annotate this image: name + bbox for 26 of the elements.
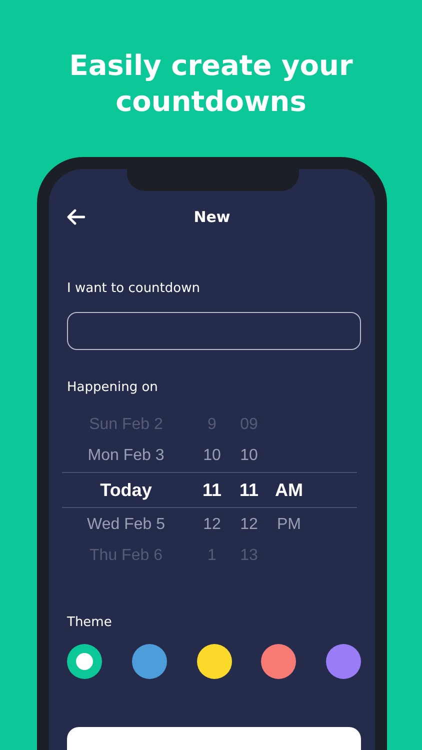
- theme-color-swatch[interactable]: [132, 644, 167, 679]
- theme-label: Theme: [67, 615, 113, 630]
- back-arrow-icon[interactable]: [67, 209, 85, 225]
- minute-option: 11: [239, 480, 259, 500]
- period-option: AM: [275, 480, 303, 500]
- period-option: PM: [277, 516, 301, 534]
- minute-option: 12: [240, 516, 258, 534]
- theme-color-swatch[interactable]: [326, 644, 361, 679]
- screen-title: New: [194, 208, 230, 226]
- hour-option: 10: [203, 446, 221, 464]
- picker-label: Happening on: [67, 380, 159, 395]
- theme-color-swatch[interactable]: [196, 644, 232, 679]
- hour-option: 12: [203, 516, 221, 534]
- date-option: Wed Feb 5: [62, 516, 190, 534]
- theme-color-swatch[interactable]: [67, 644, 102, 679]
- picker-row[interactable]: Today 11 11 AM: [62, 472, 357, 508]
- date-option: Today: [62, 480, 190, 500]
- countdown-name-field[interactable]: [67, 312, 361, 350]
- picker-row[interactable]: Mon Feb 3 10 10: [62, 440, 357, 471]
- date-option: Mon Feb 3: [62, 446, 190, 464]
- field-label: I want to countdown: [67, 281, 201, 296]
- headline: Easily create your countdowns: [68, 48, 354, 120]
- minute-option: 10: [240, 446, 258, 464]
- hour-option: 11: [202, 480, 222, 500]
- theme-color-swatch[interactable]: [261, 644, 296, 679]
- picker-row[interactable]: Wed Feb 5 12 12 PM: [62, 509, 357, 540]
